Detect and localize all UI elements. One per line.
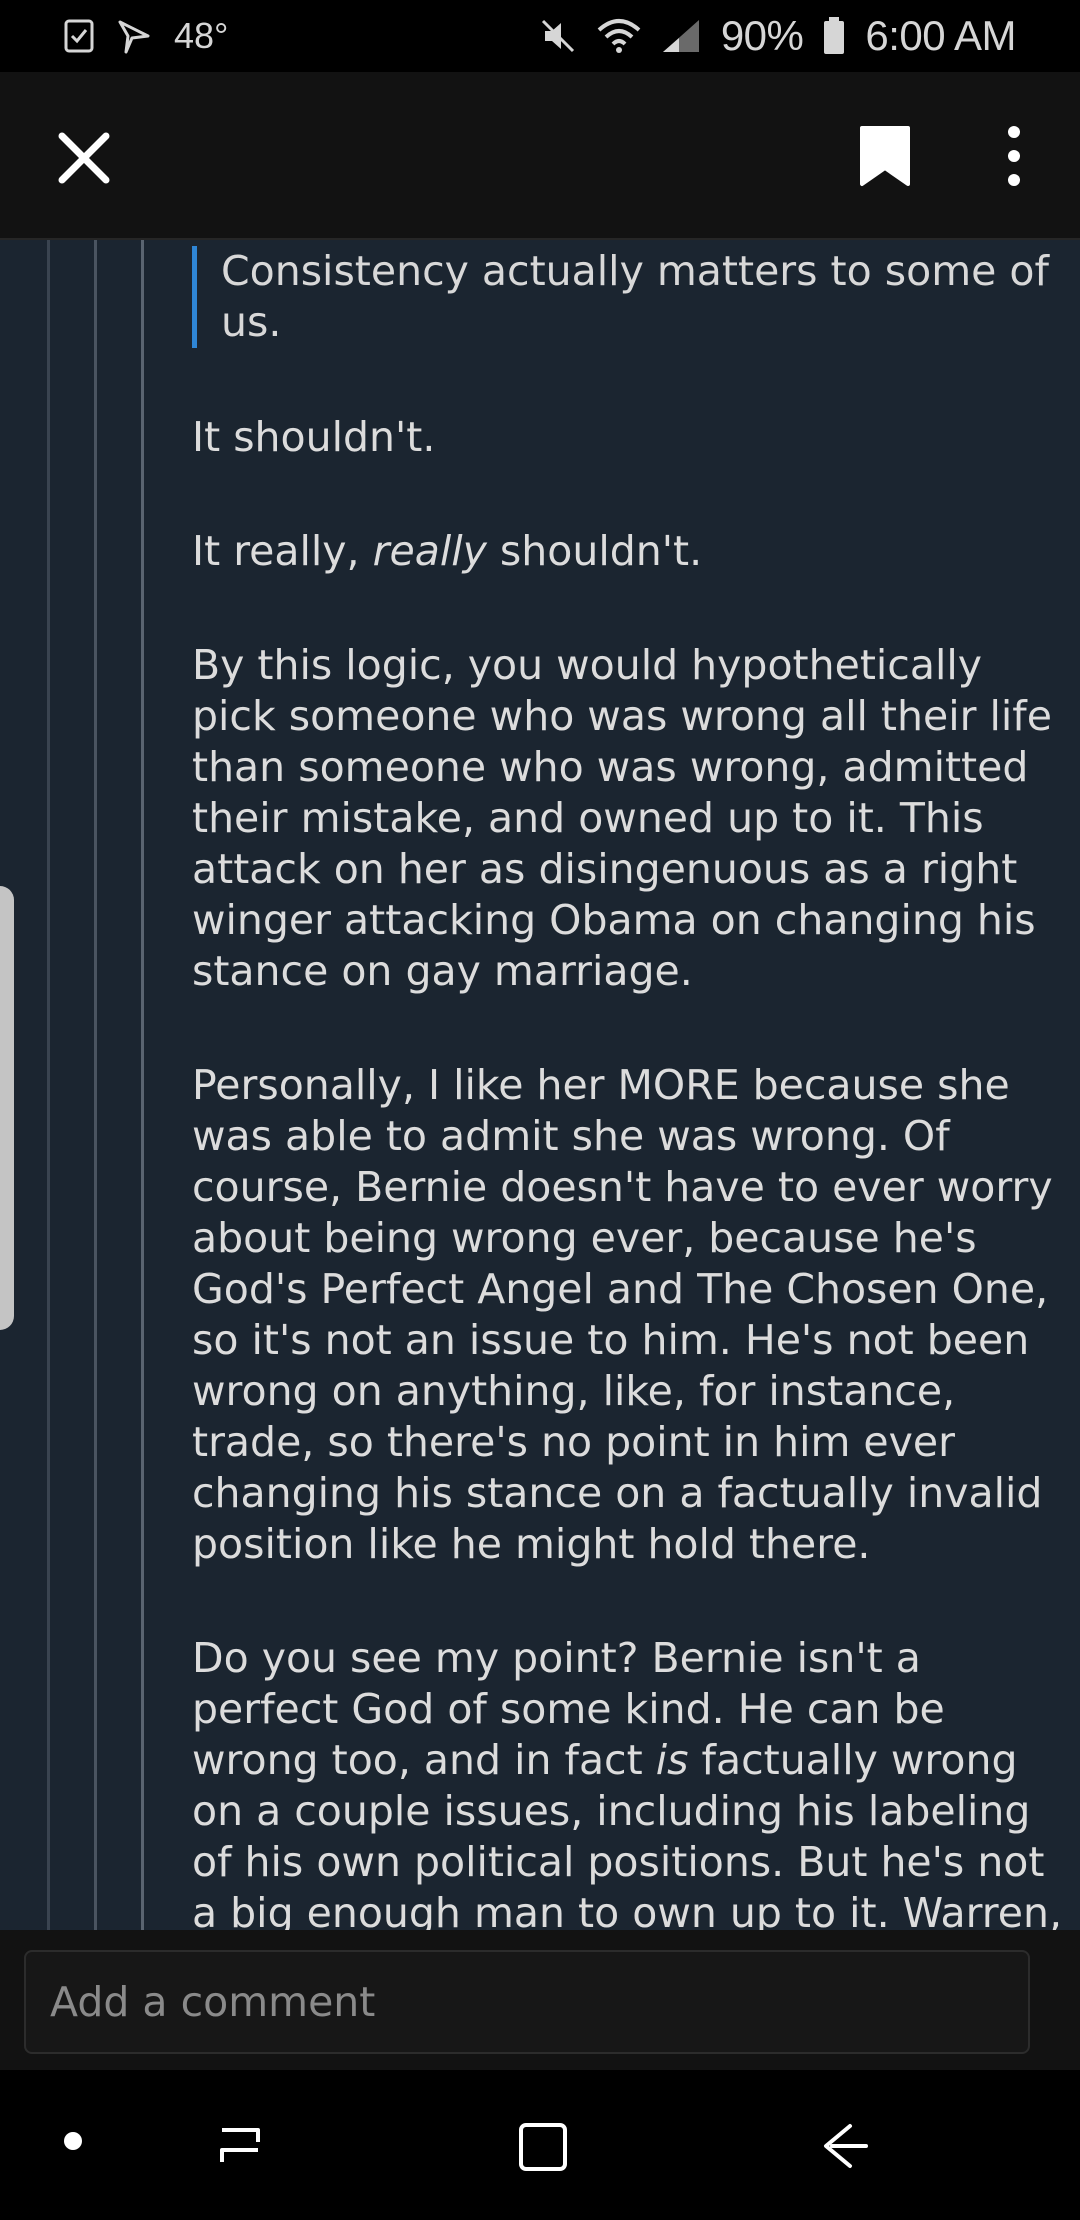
comment-body: Consistency actually matters to some of …	[192, 240, 1062, 1930]
thread-depth-line-3	[141, 240, 144, 1930]
status-right: 90% 6:00 AM	[539, 0, 1016, 72]
sprint-logo-icon	[118, 20, 150, 54]
quote-text: Consistency actually matters to some of …	[221, 247, 1049, 346]
scroll-handle[interactable]	[0, 886, 14, 1330]
square-icon	[519, 2123, 567, 2171]
comment-paragraph: Do you see my point? Bernie isn't a perf…	[192, 1633, 1062, 1930]
thread-depth-line-1	[47, 240, 50, 1930]
overview-button[interactable]	[516, 2120, 570, 2174]
comment-paragraph: Personally, I like her MORE because she …	[192, 1061, 1053, 1568]
dot-icon	[64, 2132, 82, 2150]
top-toolbar	[0, 72, 1080, 240]
wifi-icon	[597, 19, 641, 53]
task-check-icon	[64, 19, 94, 53]
bookmark-icon	[860, 126, 910, 186]
status-left: 48°	[64, 0, 228, 72]
block-quote: Consistency actually matters to some of …	[192, 246, 1062, 348]
recents-button[interactable]	[214, 2120, 266, 2172]
bookmark-button[interactable]	[858, 124, 912, 188]
close-icon	[58, 132, 110, 184]
close-button[interactable]	[50, 124, 118, 192]
system-nav-bar	[0, 2070, 1080, 2220]
more-options-button[interactable]	[996, 124, 1032, 188]
emphasis-text: is	[655, 1736, 689, 1784]
comment-paragraph: By this logic, you would hypothetically …	[192, 641, 1052, 995]
paragraph-text: shouldn't.	[486, 527, 703, 575]
battery-percent: 90%	[720, 12, 804, 59]
temperature-text: 48°	[174, 15, 229, 56]
comment-thread[interactable]: Consistency actually matters to some of …	[0, 240, 1080, 1930]
status-bar: 48° 90% 6:00 AM	[0, 0, 1080, 72]
more-vertical-icon	[1008, 126, 1020, 186]
back-button[interactable]	[820, 2120, 872, 2172]
emphasis-text: really	[372, 527, 487, 575]
clock-text: 6:00 AM	[865, 12, 1016, 59]
comment-paragraph: It shouldn't.	[192, 413, 436, 461]
add-comment-input[interactable]	[24, 1950, 1030, 2054]
mute-icon	[541, 19, 574, 53]
thread-depth-line-2	[94, 240, 97, 1930]
home-button[interactable]	[58, 2126, 88, 2156]
comment-bar	[0, 1930, 1080, 2070]
paragraph-text: It really,	[192, 527, 373, 575]
comment-paragraph: It really, really shouldn't.	[192, 526, 1062, 577]
battery-icon	[824, 17, 845, 54]
signal-icon	[662, 20, 699, 52]
recents-icon	[220, 2128, 260, 2162]
back-arrow-icon	[824, 2124, 868, 2168]
